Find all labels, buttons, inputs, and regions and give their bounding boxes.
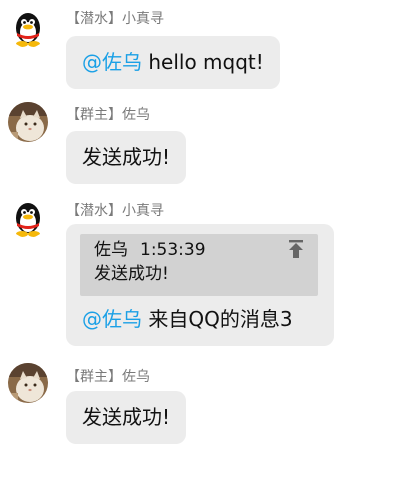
quote-header: 佐乌 1:53:39 [94, 238, 306, 262]
message-3-bubble[interactable]: 佐乌 1:53:39 发送成功! @佐乌 来自QQ的消息3 [66, 224, 334, 346]
message-1-bubble[interactable]: @佐乌 hello mqqt! [66, 36, 280, 89]
cat-photo [8, 102, 48, 142]
quote-author: 佐乌 [94, 240, 128, 260]
qq-penguin-icon [8, 198, 48, 238]
author-name: 佐乌 [122, 369, 150, 385]
message-text: 发送成功! [82, 145, 171, 169]
message-2-bubble[interactable]: 发送成功! [66, 131, 187, 184]
author-name: 小真寻 [122, 11, 164, 27]
qq-penguin-avatar[interactable] [8, 198, 48, 238]
author-name: 佐乌 [122, 107, 150, 123]
message-text: 来自QQ的消息3 [142, 307, 293, 331]
qq-penguin-avatar[interactable] [8, 8, 48, 48]
quoted-message[interactable]: 佐乌 1:53:39 发送成功! [80, 234, 318, 296]
author-role: 【群主】 [66, 369, 122, 385]
message-3-author: 【潜水】小真寻 [66, 202, 164, 220]
message-text: 发送成功! [82, 405, 171, 429]
author-name: 小真寻 [122, 203, 164, 219]
author-role: 【群主】 [66, 107, 122, 123]
quote-text: 发送成功! [94, 264, 169, 284]
quote-time: 1:53:39 [140, 240, 206, 260]
message-4-author: 【群主】佐乌 [66, 368, 150, 386]
mention-link[interactable]: @佐乌 [82, 307, 142, 331]
jump-to-top-icon[interactable] [288, 240, 304, 258]
message-2-author: 【群主】佐乌 [66, 106, 150, 124]
message-4-bubble[interactable]: 发送成功! [66, 391, 187, 444]
cat-avatar[interactable] [8, 102, 48, 142]
cat-photo [8, 363, 48, 403]
qq-penguin-icon [8, 8, 48, 48]
message-1-author: 【潜水】小真寻 [66, 10, 164, 28]
author-role: 【潜水】 [66, 11, 122, 27]
message-text: hello mqqt! [142, 50, 264, 74]
cat-avatar[interactable] [8, 363, 48, 403]
mention-link[interactable]: @佐乌 [82, 50, 142, 74]
author-role: 【潜水】 [66, 203, 122, 219]
